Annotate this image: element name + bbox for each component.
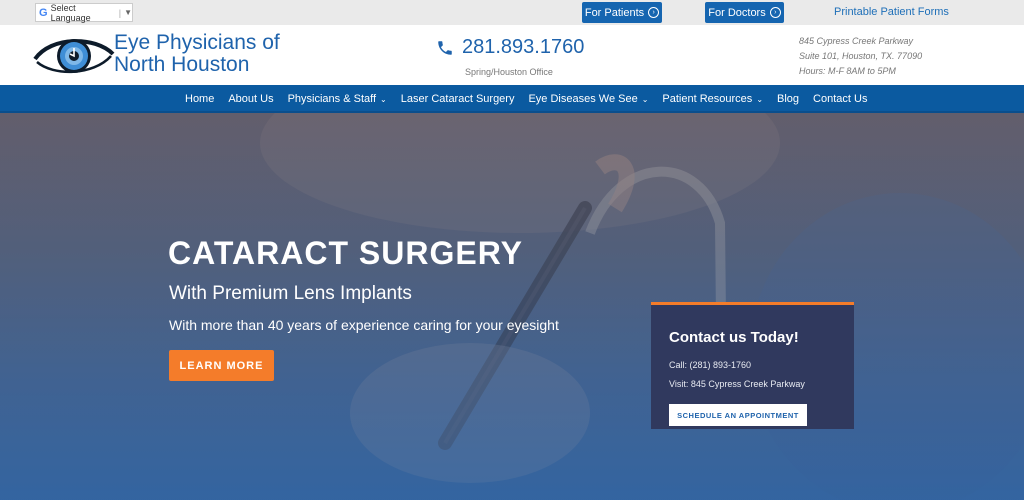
nav-label: Home [185, 93, 215, 105]
nav-item-home[interactable]: Home [178, 93, 221, 105]
address-line-1: 845 Cypress Creek Parkway [799, 36, 914, 46]
nav-item-blog[interactable]: Blog [770, 93, 806, 105]
nav-item-patient-resources[interactable]: Patient Resources ⌄ [655, 93, 770, 105]
contact-address: Visit: 845 Cypress Creek Parkway [669, 379, 805, 389]
phone-number: 281.893.1760 [462, 36, 585, 58]
phone-block[interactable]: 281.893.1760 [436, 36, 584, 59]
office-hours: Hours: M-F 8AM to 5PM [799, 66, 896, 76]
nav-item-laser-cataract-surgery[interactable]: Laser Cataract Surgery [394, 93, 522, 105]
nav-label: Contact Us [813, 93, 868, 105]
printable-forms-link[interactable]: Printable Patient Forms [834, 6, 949, 18]
hero-section: CATARACT SURGERY With Premium Lens Impla… [0, 113, 1024, 500]
office-label: Spring/Houston Office [465, 67, 553, 77]
nav-label: Laser Cataract Surgery [400, 93, 515, 105]
main-nav: Home About Us Physicians & Staff ⌄ Laser … [0, 85, 1024, 113]
circle-arrow-right-icon: › [648, 7, 660, 18]
for-patients-label: For Patients [584, 6, 645, 19]
language-label: Select Language [50, 2, 91, 23]
for-doctors-label: For Doctors [708, 6, 766, 19]
logo-text[interactable]: Eye Physicians of North Houston [114, 32, 280, 76]
nav-label: Physicians & Staff [287, 93, 377, 105]
google-g-icon: G [39, 6, 48, 19]
nav-label: Blog [777, 93, 800, 105]
contact-phone[interactable]: Call: (281) 893-1760 [669, 360, 751, 370]
logo-line-1: Eye Physicians of [114, 31, 280, 54]
for-doctors-button[interactable]: For Doctors › [705, 2, 784, 23]
address-block: 845 Cypress Creek Parkway Suite 101, Hou… [799, 34, 922, 79]
circle-arrow-right-icon: › [769, 7, 781, 18]
nav-label: Eye Diseases We See [528, 93, 638, 105]
separator: | [118, 7, 122, 18]
hero-background-image [0, 113, 1024, 500]
address-line-2: Suite 101, Houston, TX. 77090 [799, 51, 923, 61]
hero-title: CATARACT SURGERY [168, 235, 523, 271]
site-header: Eye Physicians of North Houston 281.893.… [0, 25, 1024, 85]
nav-item-eye-diseases[interactable]: Eye Diseases We See ⌄ [521, 93, 655, 105]
chevron-down-icon: ⌄ [756, 94, 764, 104]
chevron-down-icon: ⌄ [641, 94, 649, 104]
logo-line-2: North Houston [114, 53, 250, 76]
language-selector[interactable]: G Select Language | ▼ [35, 2, 133, 23]
phone-icon [438, 40, 452, 55]
dropdown-arrow-icon: ▼ [124, 8, 132, 17]
nav-label: Patient Resources [662, 93, 753, 105]
for-patients-button[interactable]: For Patients › [582, 2, 662, 23]
top-utility-bar: G Select Language | ▼ For Patients › For… [0, 0, 1024, 25]
nav-item-physicians-staff[interactable]: Physicians & Staff ⌄ [281, 93, 394, 105]
contact-box: Contact us Today! Call: (281) 893-1760 V… [651, 302, 854, 429]
schedule-appointment-button[interactable]: SCHEDULE AN APPOINTMENT [669, 404, 807, 426]
nav-item-contact-us[interactable]: Contact Us [806, 93, 874, 105]
eye-logo-icon[interactable] [33, 32, 115, 78]
nav-item-about-us[interactable]: About Us [221, 93, 280, 105]
nav-label: About Us [228, 93, 274, 105]
contact-box-title: Contact us Today! [669, 329, 799, 346]
chevron-down-icon: ⌄ [380, 94, 387, 104]
nav-items: Home About Us Physicians & Staff ⌄ Laser … [178, 85, 874, 113]
hero-description: With more than 40 years of experience ca… [169, 317, 559, 333]
hero-subtitle: With Premium Lens Implants [169, 283, 412, 304]
learn-more-button[interactable]: LEARN MORE [169, 350, 274, 381]
